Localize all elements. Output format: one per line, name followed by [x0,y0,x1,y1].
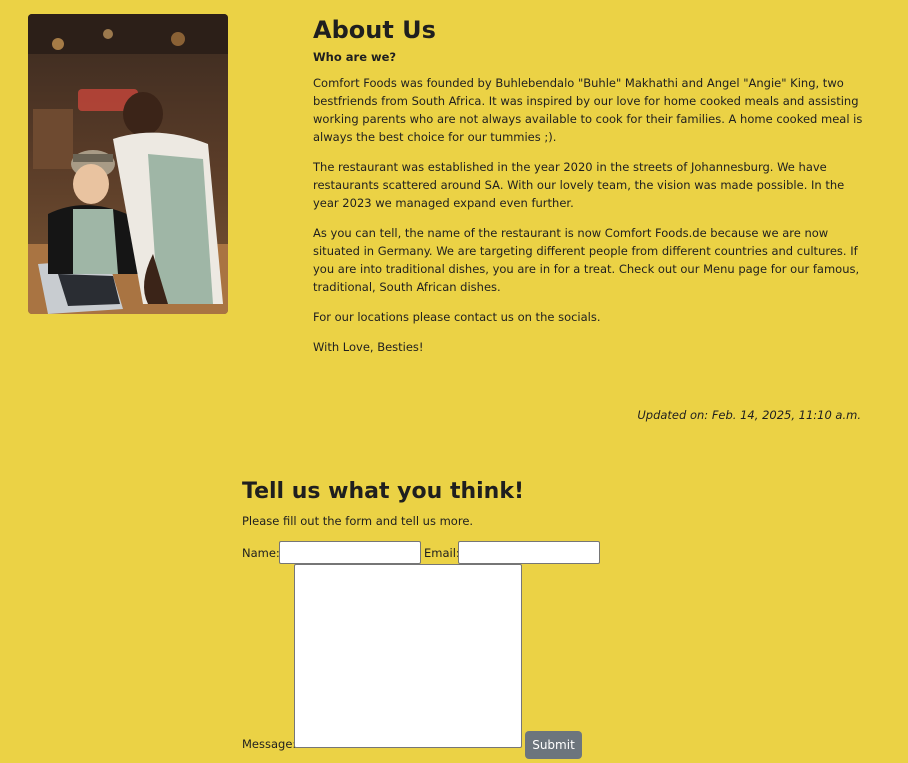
message-textarea[interactable] [294,564,522,748]
message-label: Message: [242,737,297,751]
about-title: About Us [313,16,436,44]
feedback-intro: Please fill out the form and tell us mor… [242,514,474,528]
email-label: Email: [424,546,460,560]
updated-timestamp: Updated on: Feb. 14, 2025, 11:10 a.m. [637,408,861,422]
about-paragraph: The restaurant was established in the ye… [313,160,845,210]
about-subtitle: Who are we? [313,50,397,64]
about-paragraph: Comfort Foods was founded by Buhlebendal… [313,76,863,144]
about-paragraph: For our locations please contact us on t… [313,310,601,324]
about-photo [28,14,228,314]
submit-button[interactable]: Submit [525,731,582,759]
about-paragraph: As you can tell, the name of the restaur… [313,226,860,294]
feedback-title: Tell us what you think! [242,479,524,504]
about-paragraph: With Love, Besties! [313,340,424,354]
email-input[interactable] [458,541,600,564]
about-section: About Us Who are we? Comfort Foods was f… [313,14,865,368]
feedback-header: Tell us what you think! Please fill out … [242,476,662,530]
name-input[interactable] [279,541,421,564]
name-label: Name: [242,546,280,560]
